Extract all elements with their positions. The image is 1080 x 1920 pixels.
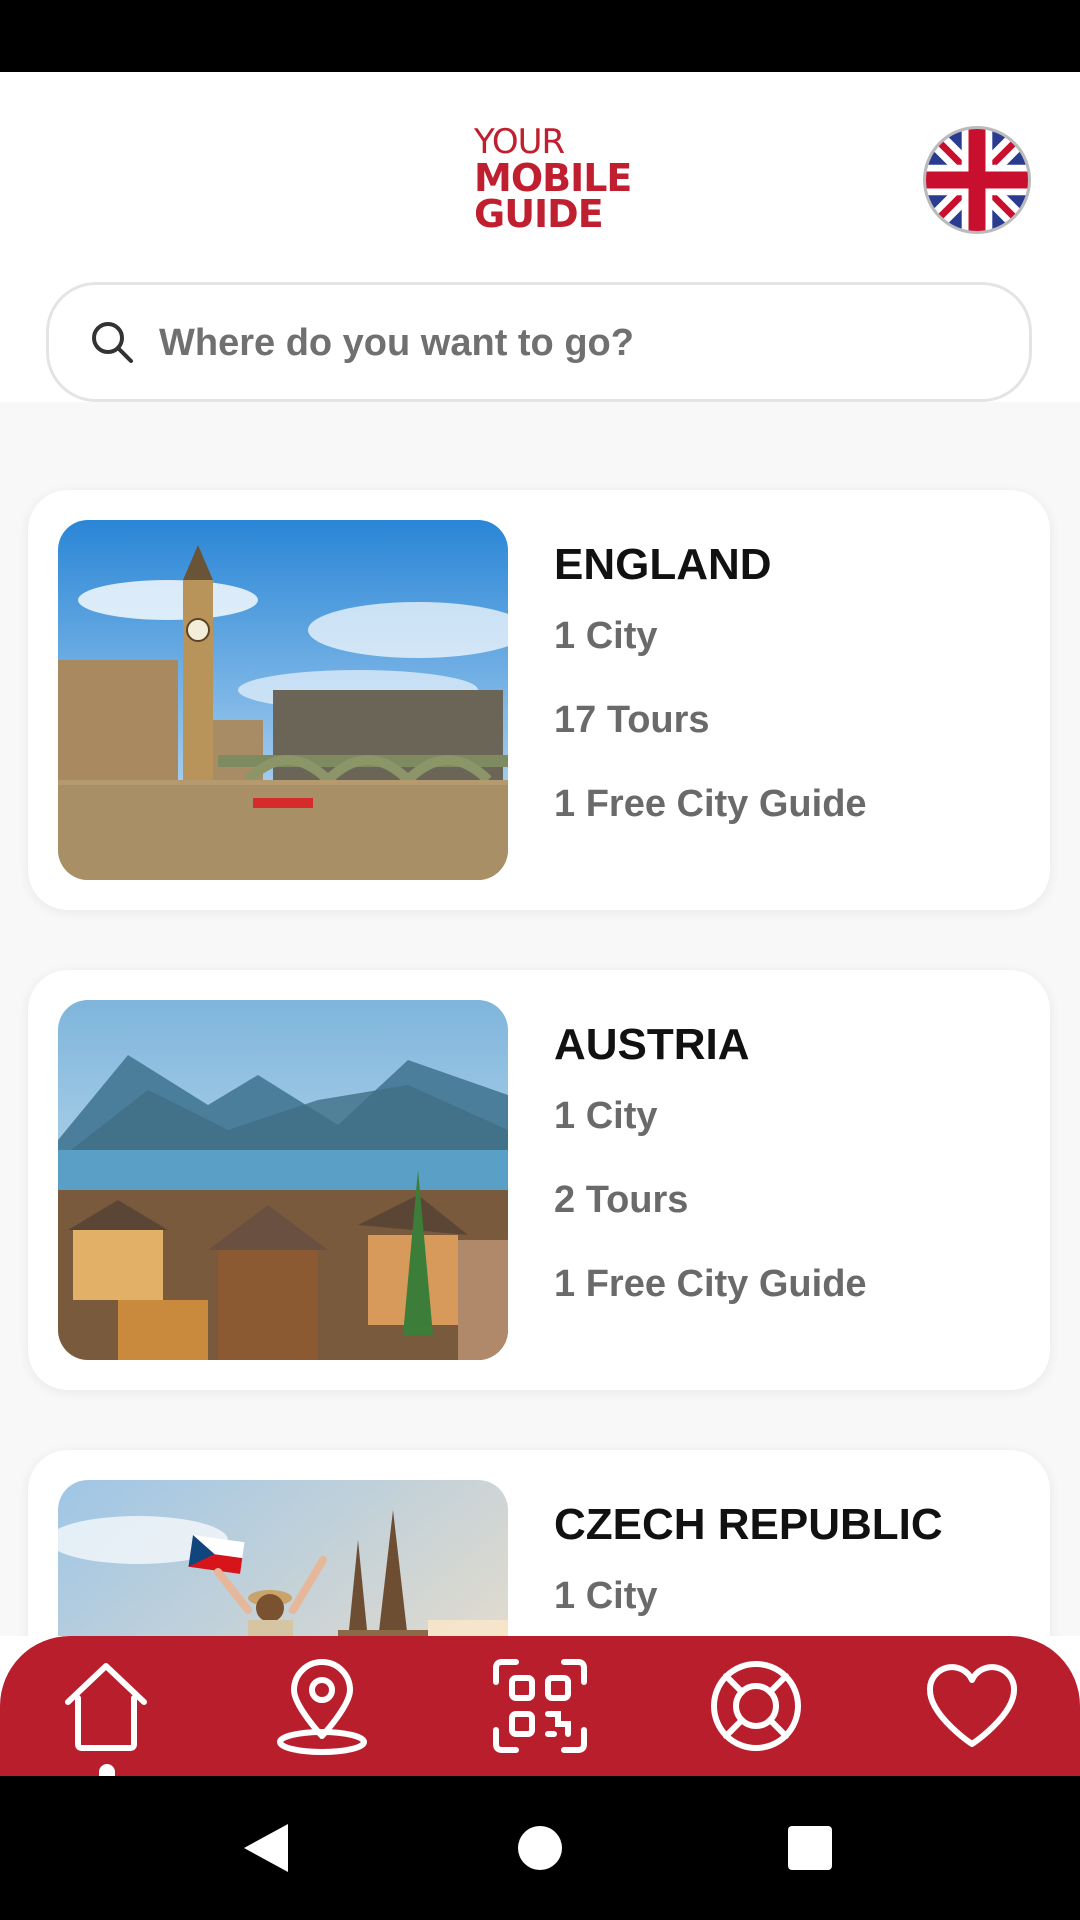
tab-qr-scan[interactable] — [480, 1646, 600, 1766]
destination-card-czech-republic[interactable]: CZECH REPUBLIC 1 City — [28, 1450, 1050, 1636]
destination-tour-count: 2 Tours — [554, 1179, 689, 1221]
destination-title: CZECH REPUBLIC — [554, 1500, 943, 1549]
logo-line-1: YOUR — [474, 122, 565, 162]
hallstatt-lake-photo — [58, 1000, 508, 1360]
destination-city-count: 1 City — [554, 1575, 658, 1617]
qr-code-icon — [493, 1659, 587, 1753]
system-navigation-bar — [0, 1776, 1080, 1920]
logo-line-2: MOBILE — [474, 156, 632, 200]
london-big-ben-photo — [58, 520, 508, 880]
destination-list[interactable]: ENGLAND 1 City 17 Tours 1 Free City Guid… — [0, 402, 1080, 1636]
map-pin-icon — [277, 1659, 367, 1755]
active-tab-indicator — [99, 1764, 115, 1776]
destination-tour-count: 17 Tours — [554, 699, 710, 741]
uk-flag-icon[interactable] — [923, 126, 1031, 234]
destination-card-austria[interactable]: AUSTRIA 1 City 2 Tours 1 Free City Guide — [28, 970, 1050, 1390]
prague-traveler-photo — [58, 1480, 508, 1636]
destination-title: ENGLAND — [554, 540, 772, 589]
destination-city-count: 1 City — [554, 615, 658, 657]
recents-icon[interactable] — [778, 1816, 842, 1880]
destination-title: AUSTRIA — [554, 1020, 750, 1069]
tab-favorites[interactable] — [912, 1646, 1032, 1766]
app-logo: YOUR MOBILE GUIDE — [474, 122, 664, 236]
destination-guide-count: 1 Free City Guide — [554, 783, 867, 825]
lifebuoy-icon — [711, 1661, 801, 1751]
destination-guide-count: 1 Free City Guide — [554, 1263, 867, 1305]
destination-card-england[interactable]: ENGLAND 1 City 17 Tours 1 Free City Guid… — [28, 490, 1050, 910]
logo-line-3: GUIDE — [474, 192, 604, 236]
bottom-tab-bar — [0, 1636, 1080, 1776]
heart-icon — [926, 1664, 1018, 1747]
home-circle-icon[interactable] — [508, 1816, 572, 1880]
home-icon — [65, 1663, 147, 1751]
tab-home[interactable] — [46, 1646, 166, 1766]
status-bar — [0, 0, 1080, 72]
search-bar[interactable] — [46, 282, 1032, 402]
back-icon[interactable] — [236, 1816, 300, 1880]
search-icon — [92, 322, 133, 363]
tab-map[interactable] — [262, 1646, 382, 1766]
search-input[interactable] — [159, 305, 999, 381]
app-header: YOUR MOBILE GUIDE — [0, 72, 1080, 272]
destination-city-count: 1 City — [554, 1095, 658, 1137]
tab-help[interactable] — [696, 1646, 816, 1766]
